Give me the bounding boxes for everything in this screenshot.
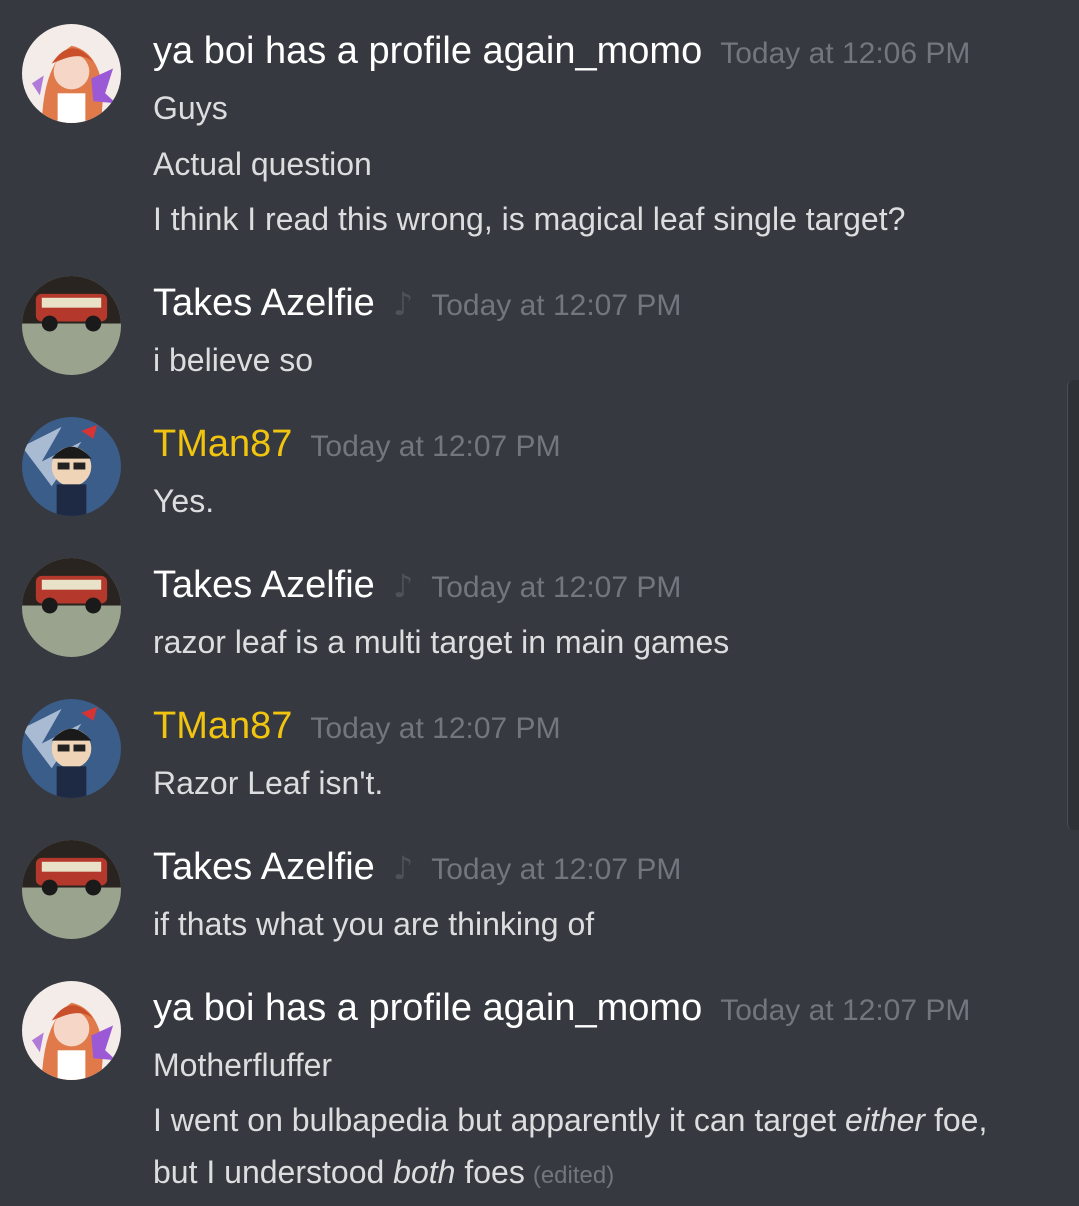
music-note-icon: ♪ bbox=[392, 567, 414, 605]
message-group: ya boi has a profile again_momo Today at… bbox=[0, 24, 1060, 244]
timestamp: Today at 12:07 PM bbox=[310, 430, 561, 463]
message-text: Motherfluffer bbox=[153, 1047, 333, 1083]
chat-messages: ya boi has a profile again_momo Today at… bbox=[0, 0, 1079, 1206]
avatar-tman87[interactable] bbox=[22, 699, 121, 798]
message-text: I went on bulbapedia but apparently it c… bbox=[153, 1102, 987, 1139]
message-header: TMan87 Today at 12:07 PM bbox=[153, 705, 561, 748]
timestamp: Today at 12:07 PM bbox=[310, 712, 561, 745]
username[interactable]: ya boi has a profile again_momo bbox=[153, 30, 702, 73]
text-segment: I went on bulbapedia but apparently it c… bbox=[153, 1102, 846, 1138]
message-group: Takes Azelfie ♪ Today at 12:07 PM razor … bbox=[0, 558, 1060, 668]
message-text: i believe so bbox=[153, 342, 314, 378]
timestamp: Today at 12:07 PM bbox=[720, 994, 971, 1027]
message-header: Takes Azelfie ♪ Today at 12:07 PM bbox=[153, 846, 681, 889]
emphasis-text: both bbox=[393, 1154, 456, 1190]
timestamp: Today at 12:07 PM bbox=[431, 289, 682, 322]
message-text: Actual question bbox=[153, 146, 372, 182]
username[interactable]: Takes Azelfie bbox=[153, 846, 375, 889]
message-header: TMan87 Today at 12:07 PM bbox=[153, 423, 561, 466]
text-segment: foe, bbox=[925, 1102, 988, 1138]
message-header: ya boi has a profile again_momo Today at… bbox=[153, 987, 970, 1030]
username[interactable]: Takes Azelfie bbox=[153, 282, 375, 325]
message-group: TMan87 Today at 12:07 PM Yes. bbox=[0, 417, 1060, 527]
avatar-azelfie[interactable] bbox=[22, 558, 121, 657]
message-group: Takes Azelfie ♪ Today at 12:07 PM i beli… bbox=[0, 276, 1060, 386]
message-header: Takes Azelfie ♪ Today at 12:07 PM bbox=[153, 282, 681, 325]
timestamp: Today at 12:07 PM bbox=[431, 571, 682, 604]
message-text: razor leaf is a multi target in main gam… bbox=[153, 624, 730, 660]
username[interactable]: TMan87 bbox=[153, 705, 292, 748]
message-group: TMan87 Today at 12:07 PM Razor Leaf isn'… bbox=[0, 699, 1060, 809]
emphasis-text: either bbox=[845, 1102, 926, 1138]
message-text: but I understood both foes (edited) bbox=[153, 1154, 614, 1191]
message-header: Takes Azelfie ♪ Today at 12:07 PM bbox=[153, 564, 681, 607]
message-text: I think I read this wrong, is magical le… bbox=[153, 201, 906, 237]
message-text: Yes. bbox=[153, 483, 215, 519]
username[interactable]: ya boi has a profile again_momo bbox=[153, 987, 702, 1030]
timestamp: Today at 12:07 PM bbox=[431, 853, 682, 886]
avatar-tman87[interactable] bbox=[22, 417, 121, 516]
message-group: Takes Azelfie ♪ Today at 12:07 PM if tha… bbox=[0, 840, 1060, 950]
avatar-azelfie[interactable] bbox=[22, 276, 121, 375]
message-text: if thats what you are thinking of bbox=[153, 906, 595, 942]
music-note-icon: ♪ bbox=[392, 849, 414, 887]
text-segment: but I understood bbox=[153, 1154, 394, 1190]
music-note-icon: ♪ bbox=[392, 285, 414, 323]
message-group: ya boi has a profile again_momo Today at… bbox=[0, 981, 1060, 1201]
edited-label: (edited) bbox=[532, 1162, 615, 1189]
avatar-momo[interactable] bbox=[22, 24, 121, 123]
message-header: ya boi has a profile again_momo Today at… bbox=[153, 30, 970, 73]
timestamp: Today at 12:06 PM bbox=[720, 37, 971, 70]
message-text: Guys bbox=[153, 90, 228, 126]
scrollbar[interactable] bbox=[1067, 380, 1079, 830]
username[interactable]: Takes Azelfie bbox=[153, 564, 375, 607]
username[interactable]: TMan87 bbox=[153, 423, 292, 466]
avatar-azelfie[interactable] bbox=[22, 840, 121, 939]
text-segment: foes bbox=[455, 1154, 525, 1190]
message-text: Razor Leaf isn't. bbox=[153, 765, 384, 801]
avatar-momo[interactable] bbox=[22, 981, 121, 1080]
